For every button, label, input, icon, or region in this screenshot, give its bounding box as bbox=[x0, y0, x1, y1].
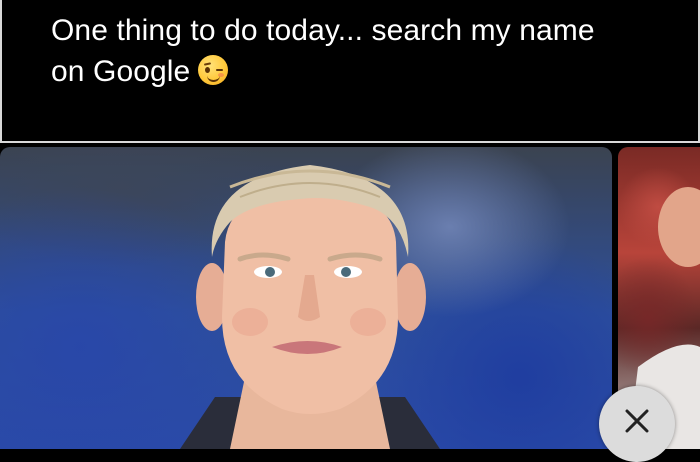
portrait-photo bbox=[180, 165, 440, 449]
caption-bar: One thing to do today... search my name … bbox=[0, 0, 700, 143]
caption-text: One thing to do today... search my name … bbox=[51, 10, 671, 92]
image-carousel[interactable] bbox=[0, 143, 700, 449]
close-button[interactable] bbox=[599, 386, 675, 462]
close-icon bbox=[625, 409, 649, 433]
winking-face-icon bbox=[198, 55, 229, 85]
caption-line-2: on Google bbox=[51, 55, 191, 88]
caption-line-1: One thing to do today... search my name bbox=[51, 14, 595, 47]
main-photo[interactable] bbox=[0, 147, 612, 449]
